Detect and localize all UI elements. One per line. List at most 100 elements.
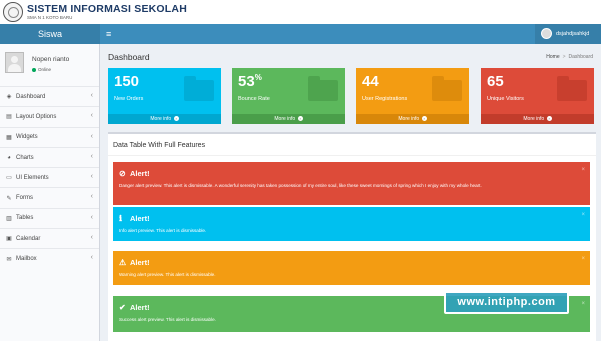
breadcrumb-home[interactable]: Home [546, 54, 559, 60]
breadcrumb-separator: > [562, 54, 566, 60]
sidebar-menu: ◈ Dashboard ‹ ▤ Layout Options ‹ ▦ Widgets ‹ ◕ Cha… [0, 86, 99, 269]
chevron-left-icon: ‹ [90, 132, 93, 140]
stat-label: User Registrations [362, 96, 408, 102]
sidebar-item-dashboard[interactable]: ◈ Dashboard ‹ [0, 86, 99, 106]
sidebar-item-label: UI Elements [16, 174, 49, 181]
stat-box-user-registrations: 44 User Registrations More info › [356, 68, 469, 124]
calendar-icon: ▣ [6, 236, 12, 243]
page-title: Dashboard [108, 52, 150, 62]
user-menu-name: dsjahdjsahkjd [556, 31, 590, 37]
laptop-icon: ▭ [6, 175, 12, 182]
sidebar-item-label: Charts [16, 154, 34, 161]
user-picture [5, 52, 24, 73]
more-info-link[interactable]: More info › [232, 114, 345, 124]
sidebar-item-calendar[interactable]: ▣ Calendar ‹ [0, 228, 99, 248]
info-icon: ℹ [119, 214, 123, 223]
chevron-left-icon: ‹ [90, 92, 93, 99]
top-navbar: ≡ dsjahdjsahkjd [100, 24, 601, 44]
sidebar-item-label: Widgets [16, 134, 38, 141]
panel-divider [108, 155, 596, 156]
sidebar-item-label: Calendar [16, 235, 41, 242]
alert-message: Success alert preview. This alert is dis… [119, 317, 216, 322]
alert-message: Info alert preview. This alert is dismis… [119, 228, 207, 233]
th-icon: ▦ [6, 134, 12, 141]
chevron-left-icon: ‹ [90, 234, 93, 242]
user-menu[interactable]: dsjahdjsahkjd [535, 24, 601, 44]
stat-label: Bounce Rate [238, 96, 270, 102]
sidebar-item-widgets[interactable]: ▦ Widgets ‹ [0, 126, 99, 147]
site-subtitle: SMA N 1 KOTO BARU [27, 15, 73, 20]
stat-value: 53% [238, 73, 262, 90]
online-dot-icon [32, 67, 36, 72]
chevron-left-icon: ‹ [90, 254, 93, 262]
menu-toggle-icon[interactable]: ≡ [106, 24, 111, 44]
folder-icon [557, 76, 587, 101]
sidebar: Nopen rianto Online ◈ Dashboard ‹ ▤ Layout O… [0, 44, 100, 341]
alert-info: ℹ Alert! Info alert preview. This alert is… [113, 207, 590, 241]
user-avatar [541, 28, 552, 39]
stat-box-unique-visitors: 65 Unique Visitors More info › [481, 68, 594, 124]
warning-icon: ⚠ [119, 258, 127, 267]
alert-message: Warning alert preview. This alert is dis… [119, 272, 216, 277]
close-icon[interactable]: × [581, 167, 585, 173]
stat-box-new-orders: 150 New Orders More info › [108, 68, 221, 124]
stat-value: 65 [487, 73, 504, 90]
sidebar-item-label: Layout Options [16, 113, 57, 120]
chevron-left-icon: ‹ [90, 112, 93, 120]
brand-link[interactable]: Siswa [0, 24, 100, 44]
stat-value: 150 [114, 73, 140, 90]
close-icon[interactable]: × [581, 256, 585, 262]
sidebar-item-label: Dashboard [16, 93, 46, 100]
school-logo [3, 2, 23, 22]
arrow-circle-right-icon: › [173, 116, 179, 121]
alert-danger: ⊘ Alert! Danger alert preview. This alert … [113, 162, 590, 205]
chevron-left-icon: ‹ [90, 193, 93, 201]
arrow-circle-right-icon: › [297, 116, 303, 121]
more-info-link[interactable]: More info › [356, 114, 469, 124]
alert-title: Alert! [130, 303, 150, 312]
site-title: SISTEM INFORMASI SEKOLAH [27, 3, 187, 15]
folder-icon [184, 76, 214, 101]
files-icon: ▤ [6, 114, 12, 121]
alert-message: Danger alert preview. This alert is dism… [119, 183, 482, 188]
user-status-label: Online [38, 67, 52, 72]
more-info-link[interactable]: More info › [108, 114, 221, 124]
stat-label: Unique Visitors [487, 96, 524, 102]
arrow-circle-right-icon: › [546, 116, 552, 121]
more-info-link[interactable]: More info › [481, 114, 594, 124]
stat-label: New Orders [114, 96, 144, 102]
chevron-left-icon: ‹ [90, 213, 93, 221]
pie-chart-icon: ◕ [7, 154, 11, 161]
envelope-icon: ✉ [6, 256, 12, 263]
chevron-left-icon: ‹ [90, 152, 93, 160]
arrow-circle-right-icon: › [421, 116, 427, 121]
chevron-left-icon: ‹ [90, 173, 93, 181]
alert-warning: ⚠ Alert! Warning alert preview. This alert… [113, 251, 590, 285]
sidebar-item-charts[interactable]: ◕ Charts ‹ [0, 146, 99, 167]
stat-box-bounce-rate: 53% Bounce Rate More info › [232, 68, 345, 124]
user-panel: Nopen rianto Online [0, 44, 99, 86]
logo-bar: SISTEM INFORMASI SEKOLAH SMA N 1 KOTO BA… [0, 0, 601, 24]
dashboard-icon: ◈ [6, 94, 12, 101]
sidebar-item-label: Tables [16, 215, 34, 222]
alert-title: Alert! [130, 258, 150, 267]
sidebar-item-tables[interactable]: ▥ Tables ‹ [0, 207, 99, 228]
sidebar-item-ui-elements[interactable]: ▭ UI Elements ‹ [0, 167, 99, 187]
breadcrumb-current: Dashboard [568, 54, 593, 60]
close-icon[interactable]: × [581, 301, 585, 307]
folder-icon [432, 76, 462, 101]
check-icon: ✔ [119, 303, 126, 312]
close-icon[interactable]: × [581, 212, 585, 218]
watermark: www.intiphp.com [444, 291, 569, 314]
breadcrumb: Home > Dashboard [546, 54, 593, 60]
panel-title: Data Table With Full Features [113, 142, 206, 149]
sidebar-item-forms[interactable]: ✎ Forms ‹ [0, 187, 99, 207]
ban-icon: ⊘ [119, 169, 126, 178]
sidebar-item-mailbox[interactable]: ✉ Mailbox ‹ [0, 248, 99, 268]
user-status: Online [32, 67, 51, 72]
folder-icon [308, 76, 338, 101]
edit-icon: ✎ [6, 195, 12, 202]
sidebar-item-label: Forms [16, 195, 33, 202]
stat-value: 44 [362, 73, 379, 90]
sidebar-item-layout-options[interactable]: ▤ Layout Options ‹ [0, 106, 99, 126]
